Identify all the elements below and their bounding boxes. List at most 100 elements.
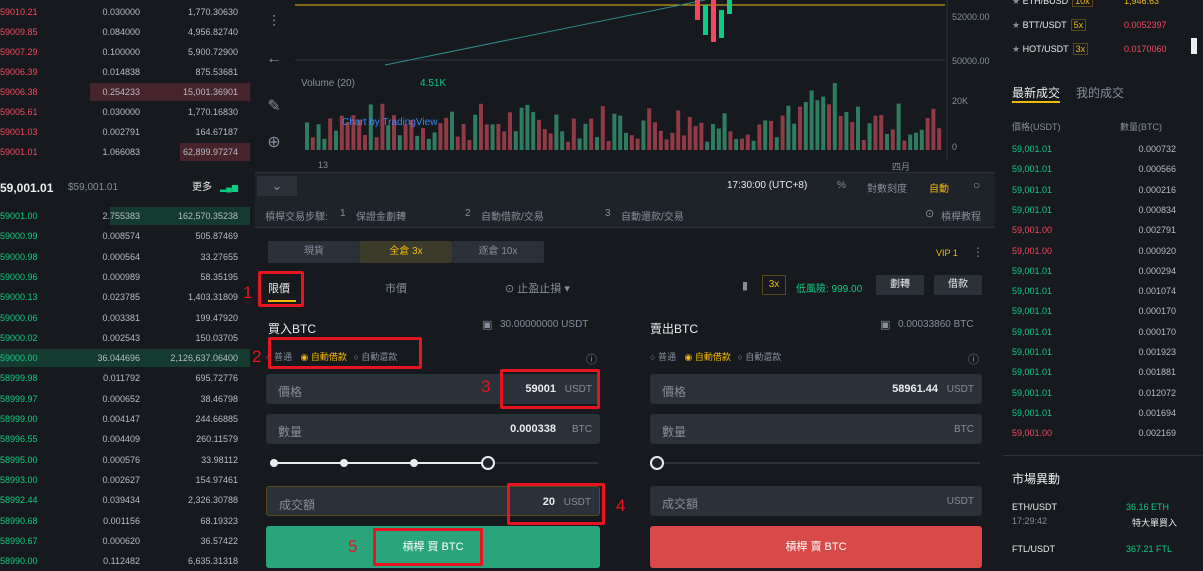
leverage-steps-bar: 槓桿交易步驟: 1 保證金劃轉 2 自動借款/交易 3 自動還款/交易 ⊙ 槓桿… (255, 198, 995, 228)
zoom-icon[interactable]: ⊕ (263, 132, 285, 154)
bid-price: 58996.55 (0, 434, 38, 445)
bid-amount: 0.004409 (102, 434, 140, 445)
price-unit: USDT (946, 384, 974, 395)
scrollbar[interactable] (1191, 38, 1197, 54)
volume-bar (885, 133, 889, 150)
more-icon[interactable]: ⋮ (972, 245, 984, 259)
favorite-market-row[interactable]: ★ BTT/USDT 5x 0.0052397 (1012, 19, 1192, 31)
bid-row[interactable]: 59000.06 0.003381 199.47920 (0, 308, 250, 328)
bid-row[interactable]: 58999.97 0.000652 38.46798 (0, 389, 250, 409)
pencil-icon[interactable]: ✎ (263, 96, 285, 118)
bid-amount: 0.112482 (103, 556, 140, 567)
bid-row[interactable]: 58990.68 0.001156 68.19323 (0, 511, 250, 531)
bid-amount: 0.000564 (102, 251, 140, 262)
percent-toggle[interactable]: % (837, 180, 846, 191)
trade-row: 59,001.01 0.001074 (1012, 281, 1192, 301)
volume-bar (467, 140, 472, 150)
info-icon[interactable]: ⓘ (968, 351, 979, 367)
bid-price: 59000.00 (0, 353, 38, 364)
ask-row[interactable]: 59005.61 0.030000 1,770.16830 (0, 102, 250, 122)
bid-row[interactable]: 59000.96 0.000989 58.35195 (0, 267, 250, 287)
order-type-market[interactable]: 市價 (385, 280, 407, 296)
price-chart[interactable] (255, 0, 995, 172)
volume-bar (554, 114, 559, 150)
mode-normal[interactable]: ○ 普通 (650, 352, 676, 362)
bid-price: 58992.44 (0, 495, 38, 506)
buy-amount-input[interactable]: 數量 0.000338 BTC (266, 414, 600, 444)
tab-spot[interactable]: 現貨 (268, 241, 360, 263)
ask-row[interactable]: 59007.29 0.100000 5,900.72900 (0, 42, 250, 62)
ask-row[interactable]: 59009.85 0.084000 4,956.82740 (0, 22, 250, 42)
bid-row[interactable]: 58993.00 0.002627 154.97461 (0, 470, 250, 490)
volume-bar (612, 113, 617, 150)
favorite-market-row[interactable]: ★ ETH/BUSD 10x 1,946.63 (1012, 0, 1192, 7)
favorite-markets: ★ ETH/BUSD 10x 1,946.63 ★ BTT/USDT 5x 0.00523… (1012, 0, 1203, 60)
order-type-stop-limit[interactable]: ⊙ 止盈止損 ▾ (505, 280, 570, 296)
volume-bar (374, 137, 379, 150)
bid-row[interactable]: 59000.98 0.000564 33.27655 (0, 247, 250, 267)
volume-bar (641, 120, 646, 150)
bid-row[interactable]: 58990.00 0.112482 6,635.31318 (0, 551, 250, 571)
bid-row[interactable]: 58992.44 0.039434 2,326.30788 (0, 490, 250, 510)
bid-row[interactable]: 59000.00 36.044696 2,126,637.06400 (0, 348, 250, 368)
ask-row[interactable]: 59001.01 1.066083 62,899.97274 (0, 142, 250, 162)
bid-row[interactable]: 59000.02 0.002543 150.03705 (0, 328, 250, 348)
calculator-icon[interactable]: ▮ (742, 279, 748, 292)
ask-row[interactable]: 59001.03 0.002791 164.67187 (0, 122, 250, 142)
log-scale-toggle[interactable]: 對數刻度 (867, 180, 907, 195)
volume-bar (583, 123, 588, 150)
chevron-down-icon[interactable]: ⌄ (257, 176, 297, 196)
ask-row[interactable]: 59006.38 0.254233 15,001.36901 (0, 82, 250, 102)
tutorial-link[interactable]: 槓桿教程 (941, 208, 981, 223)
volume-axis-label: 20K (952, 96, 969, 106)
more-link[interactable]: 更多 (192, 176, 212, 200)
transfer-button[interactable]: 劃轉 (876, 275, 924, 295)
ask-row[interactable]: 59006.39 0.014838 875.53681 (0, 62, 250, 82)
sell-total-input[interactable]: 成交額 USDT (650, 486, 982, 516)
bid-row[interactable]: 58999.98 0.011792 695.72776 (0, 368, 250, 388)
auto-scale-toggle[interactable]: 自動 (929, 180, 949, 195)
volume-bar (415, 135, 420, 150)
bid-total: 695.72776 (195, 373, 238, 384)
annotation-label-2: 2 (252, 347, 262, 366)
sell-amount-input[interactable]: 數量 BTC (650, 414, 982, 444)
sell-percent-slider[interactable] (650, 455, 982, 471)
mode-auto-borrow[interactable]: ◉ 自動借款 (684, 352, 730, 362)
sell-price-input[interactable]: 價格 58961.44 USDT (650, 374, 982, 404)
favorite-market-row[interactable]: ★ HOT/USDT 3x 0.0170060 (1012, 43, 1192, 55)
tab-isolated-margin[interactable]: 逐倉 10x (452, 241, 544, 263)
star-icon[interactable]: ★ (1012, 20, 1023, 30)
back-arrow-icon[interactable]: ← (263, 48, 285, 70)
move-value: 36.16 ETH (1126, 502, 1170, 512)
move-time: 17:29:42 (1012, 516, 1048, 526)
tab-my-trades[interactable]: 我的成交 (1076, 84, 1124, 101)
star-icon[interactable]: ★ (1012, 44, 1023, 54)
bid-row[interactable]: 58999.00 0.004147 244.66885 (0, 409, 250, 429)
mode-auto-repay[interactable]: ○ 自動還款 (737, 352, 781, 362)
volume-bar (577, 138, 582, 150)
ask-row[interactable]: 59010.21 0.030000 1,770.30630 (0, 2, 250, 22)
borrow-button[interactable]: 借款 (934, 275, 982, 295)
bid-row[interactable]: 59000.99 0.008574 505.87469 (0, 226, 250, 246)
trade-amount: 0.001881 (1138, 367, 1176, 378)
settings-icon[interactable]: ○ (973, 178, 980, 192)
bid-price: 58995.00 (0, 454, 38, 465)
leverage-badge[interactable]: 3x (762, 275, 786, 295)
star-icon[interactable]: ★ (1012, 0, 1023, 6)
leverage-tag: 10x (1072, 0, 1093, 7)
bid-row[interactable]: 58996.55 0.004409 260.11579 (0, 429, 250, 449)
bid-row[interactable]: 59001.00 2.755383 162,570.35238 (0, 206, 250, 226)
bid-row[interactable]: 59000.13 0.023785 1,403.31809 (0, 287, 250, 307)
info-icon[interactable]: ⓘ (586, 351, 597, 367)
step-transfer-link[interactable]: 保證金劃轉 (356, 208, 406, 223)
indicator-icon[interactable]: ⫶ (263, 12, 285, 34)
annotation-box-3 (500, 369, 600, 409)
buy-percent-slider[interactable] (270, 455, 600, 471)
bid-row[interactable]: 58995.00 0.000576 33.98112 (0, 450, 250, 470)
margin-sell-button[interactable]: 槓桿 賣 BTC (650, 526, 982, 568)
volume-bar (728, 131, 733, 150)
tab-latest-trades[interactable]: 最新成交 (1012, 84, 1060, 101)
bid-row[interactable]: 58990.67 0.000620 36.57422 (0, 531, 250, 551)
tab-cross-margin[interactable]: 全倉 3x (360, 241, 452, 263)
tradingview-logo: Chart by TradingView (342, 117, 438, 128)
